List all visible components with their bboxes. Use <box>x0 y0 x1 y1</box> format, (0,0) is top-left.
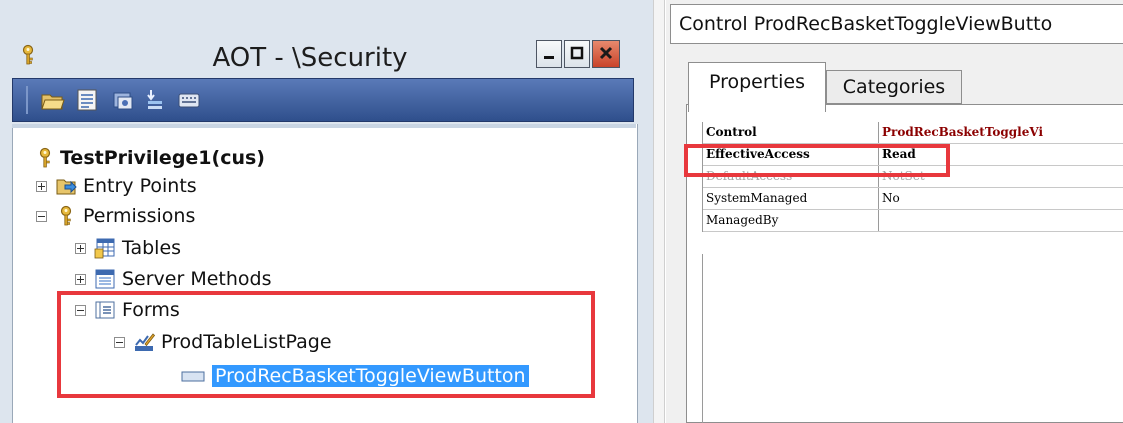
property-sheet-header: Control ProdRecBasketToggleViewButto <box>670 4 1123 44</box>
property-value[interactable] <box>879 210 1123 231</box>
tab-categories[interactable]: Categories <box>826 70 962 104</box>
splitter[interactable] <box>653 0 665 423</box>
tree-node-permissions[interactable]: Permissions <box>36 202 195 230</box>
property-row[interactable]: Control ProdRecBasketToggleVi <box>703 122 1123 144</box>
window-title: AOT - \Security <box>212 43 408 73</box>
key-icon <box>18 44 38 66</box>
property-grid: Control ProdRecBasketToggleVi EffectiveA… <box>702 122 1123 232</box>
tables-icon <box>94 237 116 259</box>
key-icon <box>36 147 54 169</box>
property-value[interactable]: No <box>879 188 1123 209</box>
keyboard-icon[interactable] <box>176 87 202 113</box>
close-button[interactable] <box>592 40 620 68</box>
tree-node-root[interactable]: TestPrivilege1(cus) <box>36 144 265 172</box>
entry-points-icon <box>55 175 77 197</box>
minimize-icon <box>542 45 556 64</box>
tree-node-label: TestPrivilege1(cus) <box>60 147 265 169</box>
tree-border <box>12 124 636 128</box>
expand-icon[interactable] <box>75 242 86 254</box>
property-row[interactable]: ManagedBy <box>703 210 1123 232</box>
aot-toolbar <box>12 78 634 122</box>
tree-node-tables[interactable]: Tables <box>75 234 181 262</box>
property-name: Control <box>703 122 879 143</box>
tree-node-server-methods[interactable]: Server Methods <box>75 265 272 293</box>
property-row[interactable]: SystemManaged No <box>703 188 1123 210</box>
property-value[interactable]: ProdRecBasketToggleVi <box>879 122 1123 143</box>
tree-node-label: Tables <box>122 237 182 259</box>
collapse-icon[interactable] <box>36 210 47 222</box>
expand-icon[interactable] <box>36 180 47 192</box>
maximize-button[interactable] <box>564 40 590 68</box>
key-icon <box>55 205 77 227</box>
expand-icon[interactable] <box>75 273 86 285</box>
tree-node-label: Server Methods <box>122 268 272 290</box>
highlight-box <box>57 291 595 398</box>
properties-icon[interactable] <box>74 87 100 113</box>
tree-node-label: Permissions <box>83 205 196 227</box>
server-methods-icon <box>94 268 116 290</box>
minimize-button[interactable] <box>536 40 562 68</box>
open-icon[interactable] <box>40 87 66 113</box>
tree-node-label: Entry Points <box>83 175 197 197</box>
compile-icon[interactable] <box>110 87 136 113</box>
grid-border <box>702 254 703 423</box>
close-icon <box>599 45 613 64</box>
tree-node-entry-points[interactable]: Entry Points <box>36 172 197 200</box>
property-name: ManagedBy <box>703 210 879 231</box>
tab-properties[interactable]: Properties <box>688 62 826 112</box>
property-name: SystemManaged <box>703 188 879 209</box>
toolbar-grip <box>26 86 28 114</box>
highlight-box <box>684 144 950 177</box>
filter-icon[interactable] <box>142 87 168 113</box>
maximize-icon <box>570 45 584 64</box>
